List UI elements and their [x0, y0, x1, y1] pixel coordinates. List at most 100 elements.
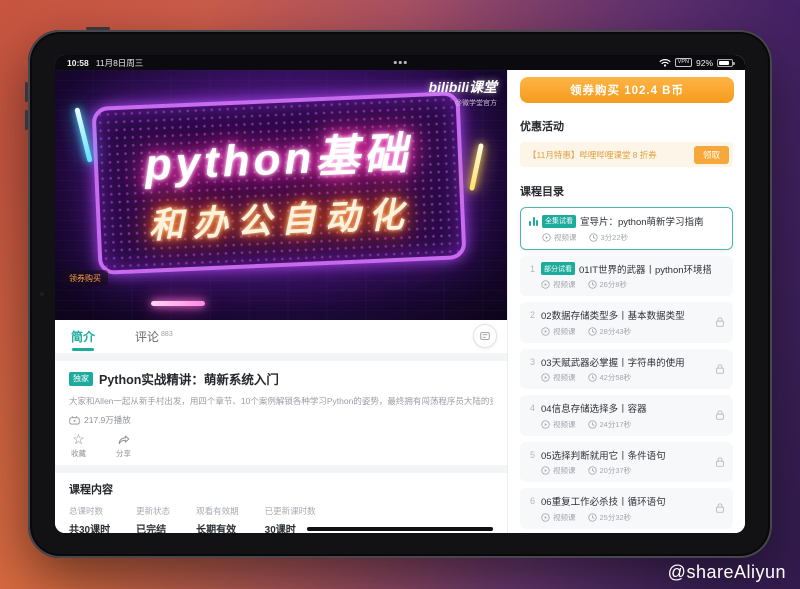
tabs-row: 简介 评论883 — [55, 320, 507, 353]
wifi-icon — [659, 58, 671, 67]
ticket-icon — [479, 330, 491, 342]
episode-title: 02数据存储类型多丨基本数据类型 — [541, 308, 685, 322]
episode-duration: 24分17秒 — [600, 419, 632, 430]
clock-icon — [588, 373, 597, 382]
video-player[interactable]: python基础 和办公自动化 bilibili课堂 @微学堂官方 领券购买 — [55, 55, 507, 320]
episode-number: 4 — [528, 403, 537, 413]
episode-duration: 20分37秒 — [600, 465, 632, 476]
episode-duration: 42分58秒 — [600, 372, 632, 383]
stat-update-status: 更新状态 已完结 — [136, 505, 170, 533]
claim-coupon-button[interactable]: 领取 — [694, 146, 729, 164]
episode-card[interactable]: 5 05选择判断就用它丨条件语句 视频课 20分37秒 — [520, 442, 733, 483]
course-title: Python实战精讲：萌新系统入门 — [99, 369, 279, 388]
episode-type: 视频课 — [553, 372, 576, 383]
episode-card[interactable]: 6 06重复工作必杀技丨循环语句 视频课 25分32秒 — [520, 488, 733, 529]
logo-subtitle: @微学堂官方 — [429, 98, 497, 108]
front-camera — [40, 292, 44, 296]
stat-total-lessons: 总课时数 共30课时 — [69, 505, 110, 533]
volume-up-button[interactable] — [25, 82, 28, 102]
status-date: 11月8日周三 — [96, 57, 144, 69]
video-type-icon — [541, 420, 550, 429]
lock-icon — [714, 456, 726, 468]
clock-icon — [588, 513, 597, 522]
video-coupon-badge[interactable]: 领券购买 — [62, 270, 108, 286]
course-info-panel: 简介 评论883 独家 Python实战精讲：萌新系统入门 大家和Allen一起… — [55, 320, 507, 533]
video-type-icon — [541, 327, 550, 336]
episode-title: 04信息存储选择多丨容器 — [541, 401, 647, 415]
episode-type: 视频课 — [553, 326, 576, 337]
episode-type: 视频课 — [553, 465, 576, 476]
clock-icon — [588, 280, 597, 289]
lock-icon — [714, 409, 726, 421]
course-description: 大家和Allen一起从新手村出发，用四个章节、10个案例解锁各种学习Python… — [69, 395, 493, 407]
vpn-badge: VPN — [675, 58, 692, 67]
episode-number: 6 — [528, 496, 537, 506]
bilibili-classroom-logo: bilibili课堂 @微学堂官方 — [429, 77, 497, 108]
episode-duration: 25分32秒 — [600, 512, 632, 523]
tab-intro[interactable]: 简介 — [69, 322, 97, 351]
episode-number: 3 — [528, 357, 537, 367]
clock-icon — [589, 233, 598, 242]
tab-comments[interactable]: 评论883 — [135, 328, 173, 345]
episode-card[interactable]: 2 02数据存储类型多丨基本数据类型 视频课 28分43秒 — [520, 302, 733, 343]
volume-down-button[interactable] — [25, 110, 28, 130]
battery-percent: 92% — [696, 58, 713, 68]
clock-icon — [588, 420, 597, 429]
playing-indicator-icon — [529, 216, 538, 226]
power-button[interactable] — [86, 27, 110, 30]
episode-type: 视频课 — [553, 419, 576, 430]
video-type-icon — [541, 513, 550, 522]
episode-number: 1 — [528, 264, 537, 274]
episode-duration: 26分8秒 — [600, 279, 628, 290]
neon-title-line2: 和办公自动化 — [148, 186, 414, 248]
episode-number: 2 — [528, 310, 537, 320]
episode-card[interactable]: 3 03天赋武器必掌握丨字符串的使用 视频课 42分58秒 — [520, 349, 733, 390]
episode-card[interactable]: 1 部分试看 01IT世界的武器丨python环境搭建_第一个 视频课 26分8… — [520, 256, 733, 297]
episode-card[interactable]: 4 04信息存储选择多丨容器 视频课 24分17秒 — [520, 395, 733, 436]
trial-badge: 部分试看 — [541, 262, 575, 275]
share-button[interactable]: 分享 — [116, 433, 131, 459]
video-type-icon — [541, 466, 550, 475]
coupon-float-button[interactable] — [473, 324, 497, 348]
neon-tube-pink — [151, 301, 205, 306]
neon-sign: python基础 和办公自动化 — [92, 91, 467, 275]
episode-title: 05选择判断就用它丨条件语句 — [541, 448, 666, 462]
status-time: 10:58 — [67, 58, 89, 68]
clock-icon — [588, 327, 597, 336]
screen: 10:58 11月8日周三 VPN 92% python基础 和办公自动化 — [55, 55, 745, 533]
buy-button[interactable]: 领券购买 102.4 B币 — [520, 77, 734, 103]
episode-type: 视频课 — [553, 512, 576, 523]
promo-text: 【11月特惠】哔哩哔哩课堂 8 折券 — [528, 149, 694, 161]
stat-validity: 观看有效期 长期有效 — [196, 505, 239, 533]
lock-icon — [714, 363, 726, 375]
play-count: 217.9万播放 — [84, 414, 131, 426]
episode-list: 全集试看 宣导片：python萌新学习指南 视频课 3分22秒 1 部分试看 — [520, 207, 733, 533]
episode-duration: 28分43秒 — [600, 326, 632, 337]
catalog-title: 课程目录 — [520, 183, 733, 199]
share-icon — [117, 433, 131, 446]
promo-row[interactable]: 【11月特惠】哔哩哔哩课堂 8 折券 领取 — [520, 142, 733, 167]
ipad-device: 10:58 11月8日周三 VPN 92% python基础 和办公自动化 — [28, 30, 772, 558]
purchase-panel: 领券购买 102.4 B币 优惠活动 【11月特惠】哔哩哔哩课堂 8 折券 领取… — [507, 70, 745, 533]
lock-icon — [714, 316, 726, 328]
video-type-icon — [542, 233, 551, 242]
video-type-icon — [541, 280, 550, 289]
episode-card[interactable]: 全集试看 宣导片：python萌新学习指南 视频课 3分22秒 — [520, 207, 733, 250]
intro-section: 独家 Python实战精讲：萌新系统入门 大家和Allen一起从新手村出发，用四… — [55, 361, 507, 465]
clock-icon — [588, 466, 597, 475]
lock-icon — [714, 502, 726, 514]
multitask-indicator-icon[interactable] — [394, 61, 407, 64]
episode-title: 宣导片：python萌新学习指南 — [580, 214, 704, 228]
video-type-icon — [541, 373, 550, 382]
home-indicator[interactable] — [307, 527, 493, 531]
course-content-title: 课程内容 — [69, 481, 493, 497]
episode-title: 06重复工作必杀技丨循环语句 — [541, 494, 666, 508]
episode-number: 5 — [528, 450, 537, 460]
battery-icon — [717, 59, 733, 67]
star-icon: ☆ — [72, 433, 85, 446]
course-content-section: 课程内容 总课时数 共30课时 更新状态 已完结 观看有效期 长期有效 — [55, 473, 507, 533]
status-bar: 10:58 11月8日周三 VPN 92% — [55, 55, 745, 70]
promo-section-title: 优惠活动 — [520, 118, 733, 134]
favorite-button[interactable]: ☆ 收藏 — [71, 433, 86, 459]
episode-type: 视频课 — [553, 279, 576, 290]
